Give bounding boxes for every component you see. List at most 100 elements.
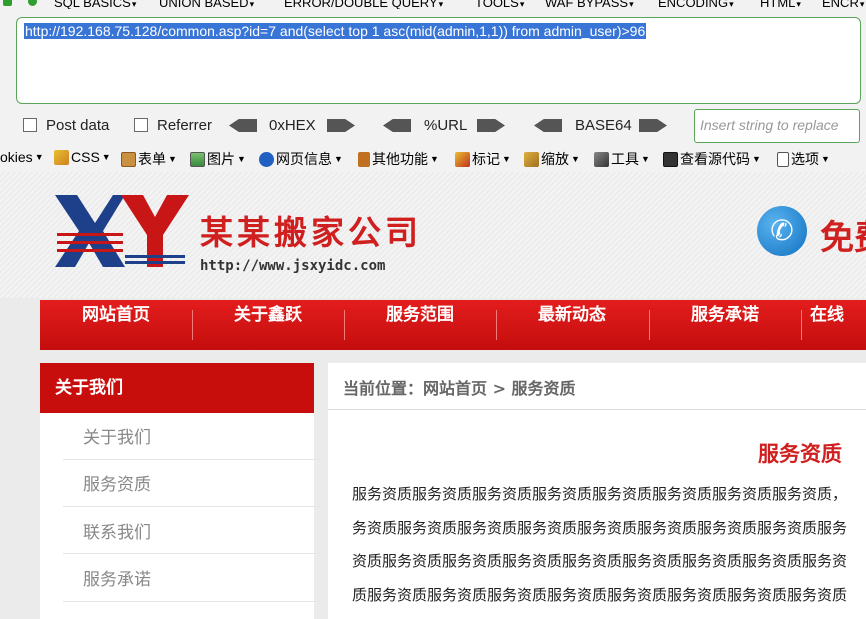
hex-decode-arrow-icon[interactable] [229,119,257,132]
post-data-checkbox[interactable] [23,118,37,132]
sidebar-item-contact[interactable]: 联系我们 [83,518,151,543]
wrench-icon [594,151,609,167]
main-nav: 网站首页 关于鑫跃 服务范围 最新动态 服务承诺 在线 [40,300,866,350]
base64-encode-arrow-icon[interactable] [639,119,667,132]
divider [63,506,321,507]
menu-union-based[interactable]: UNION BASED [159,0,254,9]
toolbar-cookies[interactable]: okies ▼ [0,149,44,165]
toolbar-page-info[interactable]: 网页信息 ▼ [259,149,343,169]
content-text-line: 服务资质服务资质服务资质服务资质服务资质服务资质服务资质服务资质， [352,485,848,503]
url-encode-arrow-icon[interactable] [477,119,505,132]
info-icon [259,151,274,167]
breadcrumb: 当前位置：网站首页 > 服务资质 [343,379,576,398]
webdev-toolbar: okies ▼ CSS ▼ 表单 ▼ 图片 ▼ 网页信息 ▼ 其他功能 ▼ 标记 ▼ 缩放 ▼ [0,146,866,170]
chevron-down-icon: ▼ [641,154,650,164]
menu-encryption[interactable]: ENCR [822,0,864,9]
company-name: 某某搬家公司 [200,213,422,252]
toolbar-view-source-label: 查看源代码 [680,151,750,167]
toolbar-forms[interactable]: 表单 ▼ [121,149,177,169]
toolbar-tools-label: 工具 [611,151,639,167]
sidebar: 关于我们 关于我们 服务资质 联系我们 服务承诺 [40,363,321,619]
page-title: 服务资质 [758,441,842,466]
website-viewport: 某某搬家公司 http://www.jsxyidc.com ✆ 免费 网站首页 … [0,172,866,619]
base64-decode-arrow-icon[interactable] [534,119,562,132]
options-icon [777,151,789,167]
divider [328,409,866,410]
url-selected-text[interactable]: http://192.168.75.128/common.asp?id=7 an… [24,23,647,39]
chevron-down-icon: ▼ [34,152,44,162]
url-decode-arrow-icon[interactable] [383,119,411,132]
hex-label: 0xHEX [269,117,316,134]
referrer-label[interactable]: Referrer [157,117,212,134]
nav-commitment[interactable]: 服务承诺 [649,300,801,350]
chevron-down-icon: ▼ [334,154,343,164]
sidebar-item-qualifications[interactable]: 服务资质 [83,470,151,495]
toolbar-resize-label: 缩放 [541,151,569,167]
divider [63,601,321,602]
book-icon [358,151,370,167]
menu-encoding[interactable]: ENCODING [658,0,734,9]
green-square-icon [3,0,12,6]
hackbar-panel: SQL BASICS UNION BASED ERROR/DOUBLE QUER… [0,0,866,172]
toolbar-cookies-label: okies [0,149,33,165]
url-encoding-label: %URL [424,117,468,134]
phone-icon: ✆ [757,206,807,256]
menu-sql-basics[interactable]: SQL BASICS [54,0,136,9]
site-header: 某某搬家公司 http://www.jsxyidc.com ✆ 免费 [0,172,866,298]
green-plus-icon[interactable] [28,0,37,6]
toolbar-view-source[interactable]: 查看源代码 ▼ [663,149,761,169]
menu-tools[interactable]: TOOLS [475,0,524,9]
ruler-icon [524,151,539,167]
menu-html[interactable]: HTML [760,0,801,9]
chevron-down-icon: ▼ [502,154,511,164]
divider [63,553,321,554]
marker-icon [455,151,470,167]
main-content: 当前位置：网站首页 > 服务资质 服务资质 服务资质服务资质服务资质服务资质服务… [328,363,866,619]
company-url[interactable]: http://www.jsxyidc.com [200,258,385,274]
chevron-down-icon: ▼ [168,154,177,164]
hackbar-menu: SQL BASICS UNION BASED ERROR/DOUBLE QUER… [0,0,866,9]
toolbar-tools[interactable]: 工具 ▼ [594,149,650,169]
menu-error-double-query[interactable]: ERROR/DOUBLE QUERY [284,0,443,9]
chevron-down-icon: ▼ [752,154,761,164]
image-icon [190,151,205,167]
nav-services[interactable]: 服务范围 [344,300,496,350]
chevron-down-icon: ▼ [821,154,830,164]
chevron-down-icon: ▼ [237,154,246,164]
toolbar-page-info-label: 网页信息 [276,151,332,167]
nav-online[interactable]: 在线 [810,300,866,350]
nav-home[interactable]: 网站首页 [40,300,192,350]
sidebar-item-commitment[interactable]: 服务承诺 [83,565,151,590]
toolbar-css-label: CSS [71,149,100,165]
form-icon [121,151,136,167]
toolbar-outline[interactable]: 标记 ▼ [455,149,511,169]
toolbar-forms-label: 表单 [138,151,166,167]
post-data-label[interactable]: Post data [46,117,109,134]
nav-divider [801,310,802,340]
toolbar-images-label: 图片 [207,151,235,167]
menu-waf-bypass[interactable]: WAF BYPASS [545,0,634,9]
company-logo[interactable] [55,195,190,270]
content-text-line: 务资质服务资质服务资质服务资质服务资质服务资质服务资质服务资质服务 [352,519,848,537]
nav-news[interactable]: 最新动态 [496,300,648,350]
toolbar-options-label: 选项 [791,151,819,167]
content-text-line: 质服务资质服务资质服务资质服务资质服务资质服务资质服务资质服务资质 [352,586,848,604]
toolbar-images[interactable]: 图片 ▼ [190,149,246,169]
base64-label: BASE64 [575,117,632,134]
chevron-down-icon: ▼ [101,152,111,162]
pencil-icon [54,149,69,165]
nav-about[interactable]: 关于鑫跃 [192,300,344,350]
source-code-icon [663,151,678,167]
hex-encode-arrow-icon[interactable] [327,119,355,132]
chevron-down-icon: ▼ [571,154,580,164]
url-textarea[interactable]: http://192.168.75.128/common.asp?id=7 an… [16,17,861,104]
toolbar-misc[interactable]: 其他功能 ▼ [358,149,439,169]
hotline-text: 免费 [820,218,866,258]
referrer-checkbox[interactable] [134,118,148,132]
sidebar-item-about[interactable]: 关于我们 [83,423,151,448]
toolbar-outline-label: 标记 [472,151,500,167]
toolbar-css[interactable]: CSS ▼ [54,149,111,165]
toolbar-resize[interactable]: 缩放 ▼ [524,149,580,169]
replace-string-input[interactable]: Insert string to replace [694,109,860,143]
toolbar-options[interactable]: 选项 ▼ [777,149,830,169]
